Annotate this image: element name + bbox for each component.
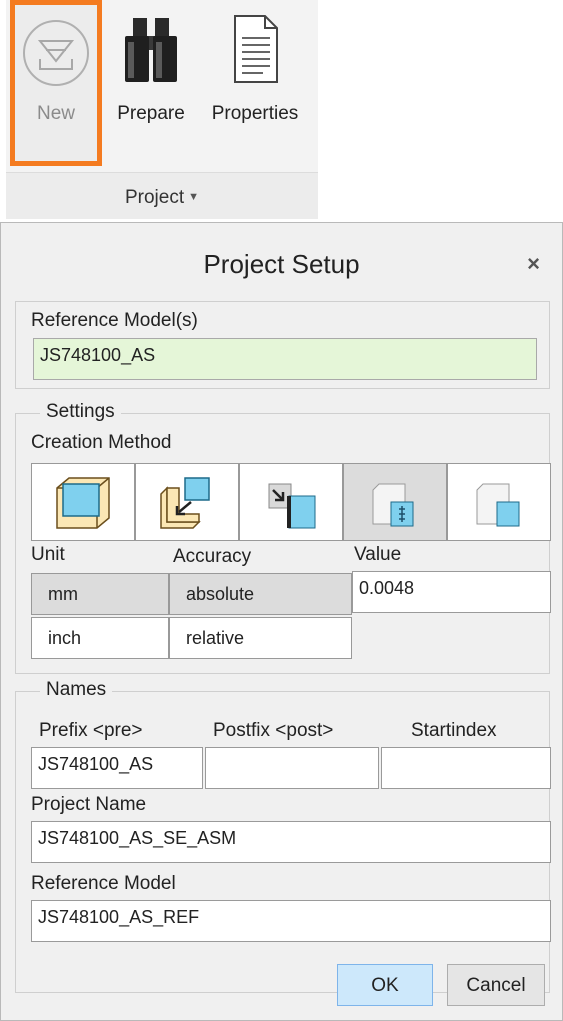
creation-method-structure[interactable] <box>343 463 447 541</box>
group-label: Project ▼ <box>6 187 318 209</box>
document-properties-icon <box>200 12 310 84</box>
reference-model-label: Reference Model <box>31 873 176 894</box>
prefix-label: Prefix <pre> <box>39 720 143 741</box>
creation-method-solid[interactable] <box>31 463 135 541</box>
creation-method-merge[interactable] <box>239 463 343 541</box>
solid-block-icon <box>56 477 110 529</box>
dialog-title-bar: Project Setup × <box>1 223 562 301</box>
value-label: Value <box>354 544 402 565</box>
unit-option-mm[interactable]: mm <box>31 573 169 615</box>
accuracy-value-field[interactable]: 0.0048 <box>352 571 551 613</box>
properties-button-label: Properties <box>211 103 299 124</box>
merge-icon <box>268 483 316 529</box>
project-group-menu[interactable]: Project ▼ <box>6 172 318 219</box>
cancel-button[interactable]: Cancel <box>447 964 545 1006</box>
prepare-button-label: Prepare <box>117 103 185 124</box>
chevron-down-icon: ▼ <box>188 191 200 203</box>
new-project-icon <box>15 17 97 89</box>
reference-models-section: Reference Model(s) JS748100_AS <box>15 301 550 389</box>
dialog-title: Project Setup <box>203 249 360 279</box>
accuracy-label: Accuracy <box>173 546 252 567</box>
startindex-field[interactable] <box>381 747 551 789</box>
reference-model-field[interactable]: JS748100_AS_REF <box>31 900 551 942</box>
new-button[interactable]: New <box>10 0 102 166</box>
settings-legend: Settings <box>40 401 121 423</box>
prefix-field[interactable]: JS748100_AS <box>31 747 203 789</box>
creation-method-shrinkwrap[interactable] <box>135 463 239 541</box>
startindex-label: Startindex <box>411 720 497 741</box>
project-name-field[interactable]: JS748100_AS_SE_ASM <box>31 821 551 863</box>
properties-button[interactable]: Properties <box>200 0 310 168</box>
names-legend: Names <box>40 679 113 701</box>
unit-label: Unit <box>31 544 65 565</box>
reference-models-label: Reference Model(s) <box>31 310 198 331</box>
creation-method-label: Creation Method <box>31 432 172 453</box>
ok-button[interactable]: OK <box>337 964 433 1006</box>
structure-icon <box>372 483 414 527</box>
project-setup-dialog: Project Setup × Reference Model(s) JS748… <box>0 222 563 1021</box>
prepare-button[interactable]: Prepare <box>106 0 196 168</box>
reference-cube-icon <box>476 483 520 527</box>
new-button-label: New <box>36 103 75 124</box>
postfix-label: Postfix <post> <box>213 720 334 741</box>
postfix-field[interactable] <box>205 747 379 789</box>
group-label-text: Project <box>124 187 185 208</box>
ribbon-project-group: New Prepare Properties Project ▼ <box>6 0 318 219</box>
creation-method-reference[interactable] <box>447 463 551 541</box>
shrinkwrap-icon <box>160 477 210 529</box>
binoculars-icon <box>106 12 196 84</box>
reference-models-field[interactable]: JS748100_AS <box>33 338 537 380</box>
close-icon[interactable]: × <box>527 251 540 277</box>
unit-option-inch[interactable]: inch <box>31 617 169 659</box>
accuracy-option-relative[interactable]: relative <box>169 617 352 659</box>
project-name-label: Project Name <box>31 794 147 815</box>
accuracy-option-absolute[interactable]: absolute <box>169 573 352 615</box>
